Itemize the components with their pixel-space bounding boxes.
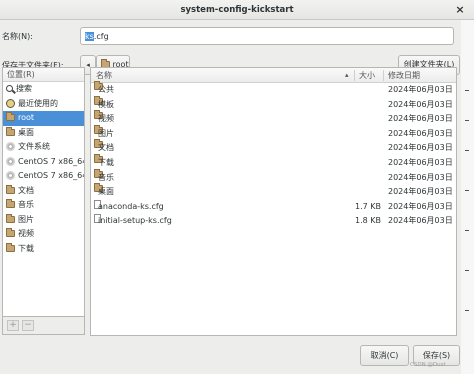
file-modified: 2024年06月03日: [388, 143, 453, 153]
place-label: 视频: [18, 229, 34, 238]
file-name: 视频: [98, 114, 114, 124]
file-modified: 2024年06月03日: [388, 128, 453, 138]
search-icon: [6, 85, 13, 92]
close-icon[interactable]: ×: [453, 3, 467, 17]
file-modified: 2024年06月03日: [388, 99, 453, 109]
place-label: 桌面: [18, 127, 34, 137]
recent-icon: [6, 98, 15, 108]
places-sidebar: 位置(R) 搜索 最近使用的 root 桌面 文件系统 CentOS 7 x86…: [2, 67, 85, 317]
file-name: 公共: [98, 85, 114, 94]
file-row[interactable]: initial-setup-ks.cfg 1.8 KB 2024年06月03日: [91, 214, 456, 229]
file-name: initial-setup-ks.cfg: [98, 216, 172, 226]
window-titlebar: system-config-kickstart ×: [0, 0, 474, 20]
file-name: anaconda-ks.cfg: [98, 201, 164, 211]
folder-icon: [6, 112, 15, 121]
remove-place-button[interactable]: −: [22, 320, 34, 331]
folder-icon: [6, 126, 15, 136]
file-name: 模板: [98, 99, 114, 109]
filename-rest-text: .cfg: [93, 32, 109, 41]
place-label: 音乐: [18, 200, 34, 209]
column-size-header[interactable]: 大小: [359, 68, 375, 83]
file-row[interactable]: 图片 2024年06月03日: [91, 124, 456, 142]
folder-icon: [6, 228, 15, 237]
file-modified: 2024年06月03日: [388, 201, 453, 211]
disk-icon: [6, 142, 15, 151]
place-search[interactable]: 搜索: [3, 82, 84, 97]
place-label: 图片: [18, 214, 34, 224]
watermark-text: CSDN @Dust: [410, 362, 446, 368]
place-desktop[interactable]: 桌面: [3, 126, 84, 141]
file-modified: 2024年06月03日: [388, 187, 453, 197]
file-row[interactable]: 公共 2024年06月03日: [91, 81, 456, 98]
folder-icon: [6, 199, 15, 208]
name-label: 名称(N):: [2, 32, 33, 41]
folder-icon: [6, 242, 15, 252]
place-label: CentOS 7 x86_64: [18, 156, 84, 166]
place-label: 文件系统: [18, 142, 50, 151]
place-music[interactable]: 音乐: [3, 198, 84, 213]
place-videos[interactable]: 视频: [3, 227, 84, 242]
file-list: 名称 ▴ 大小 修改日期 公共 2024年06月03日 模板 2024年06月0…: [90, 67, 457, 336]
file-name: 文档: [98, 143, 114, 153]
file-name: 桌面: [98, 187, 114, 197]
disk-icon: [6, 156, 15, 166]
place-label: 文档: [18, 185, 34, 195]
file-size: 1.8 KB: [355, 216, 381, 226]
places-toolbar: + −: [2, 317, 85, 335]
file-modified: 2024年06月03日: [388, 157, 453, 167]
file-row[interactable]: 下载 2024年06月03日: [91, 153, 456, 171]
file-modified: 2024年06月03日: [388, 172, 453, 182]
folder-icon: [6, 184, 15, 194]
file-modified: 2024年06月03日: [388, 114, 453, 124]
place-label: 下载: [18, 243, 34, 253]
places-header: 位置(R): [3, 68, 84, 82]
file-modified: 2024年06月03日: [388, 85, 453, 94]
file-row[interactable]: 音乐 2024年06月03日: [91, 168, 456, 186]
file-name: 音乐: [98, 172, 114, 182]
place-centos-2[interactable]: CentOS 7 x86_64: [3, 169, 84, 184]
filename-selected-text: ks: [85, 32, 94, 41]
add-place-button[interactable]: +: [7, 320, 19, 331]
place-documents[interactable]: 文档: [3, 184, 84, 199]
place-filesystem[interactable]: 文件系统: [3, 140, 84, 155]
file-row[interactable]: 模板 2024年06月03日: [91, 95, 456, 113]
file-name: 图片: [98, 128, 114, 138]
cancel-button[interactable]: 取消(C): [360, 345, 409, 366]
file-size: 1.7 KB: [355, 201, 381, 211]
file-row[interactable]: 视频 2024年06月03日: [91, 110, 456, 127]
disk-icon: [6, 171, 15, 180]
file-row[interactable]: 桌面 2024年06月03日: [91, 183, 456, 200]
file-row[interactable]: 文档 2024年06月03日: [91, 139, 456, 156]
folder-icon: [6, 213, 15, 223]
place-centos-1[interactable]: CentOS 7 x86_64: [3, 155, 84, 170]
place-label: 搜索: [16, 84, 32, 93]
filename-input[interactable]: ks.cfg: [80, 27, 454, 45]
place-downloads[interactable]: 下载: [3, 242, 84, 257]
file-modified: 2024年06月03日: [388, 216, 453, 226]
sort-ascending-icon: ▴: [345, 71, 349, 79]
window-title: system-config-kickstart: [180, 5, 294, 15]
place-label: root: [18, 113, 35, 122]
place-root[interactable]: root: [3, 111, 84, 126]
right-edge-strip: [461, 20, 474, 374]
place-pictures[interactable]: 图片: [3, 213, 84, 228]
place-recent[interactable]: 最近使用的: [3, 97, 84, 112]
file-name: 下载: [98, 157, 114, 167]
place-label: 最近使用的: [18, 98, 58, 108]
column-modified-header[interactable]: 修改日期: [388, 68, 420, 83]
file-list-header: 名称 ▴ 大小 修改日期: [91, 68, 456, 83]
file-row[interactable]: anaconda-ks.cfg 1.7 KB 2024年06月03日: [91, 199, 456, 215]
place-label: CentOS 7 x86_64: [18, 171, 84, 180]
